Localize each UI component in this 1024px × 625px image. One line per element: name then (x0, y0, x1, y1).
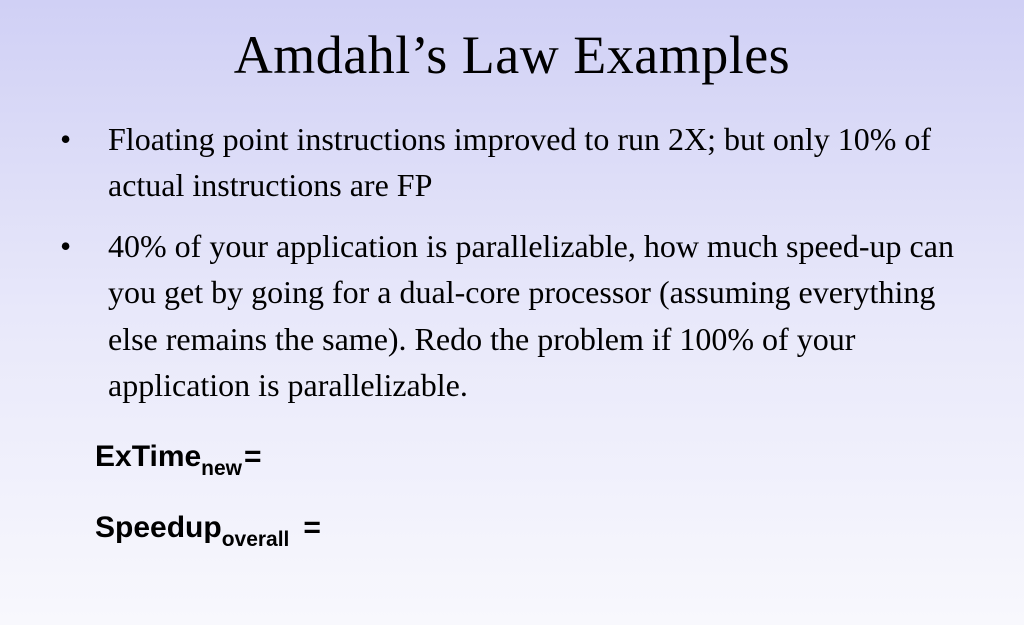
bullet-item: 40% of your application is parallelizabl… (78, 223, 984, 409)
formula-speedup: Speedupoverall = (95, 511, 1024, 550)
bullet-item: Floating point instructions improved to … (78, 116, 984, 209)
equals-sign: = (244, 440, 262, 473)
formula-block: ExTimenew= Speedupoverall= (0, 422, 1024, 550)
formula-speedup-main: Speedup (95, 511, 222, 544)
formula-speedup-subscript: overall (222, 528, 290, 551)
slide-title: Amdahl’s Law Examples (0, 0, 1024, 116)
bullet-list: Floating point instructions improved to … (0, 116, 1024, 408)
formula-extime: ExTimenew= (95, 440, 1024, 479)
formula-extime-main: ExTime (95, 440, 201, 473)
formula-extime-subscript: new (201, 457, 242, 480)
equals-sign: = (303, 511, 321, 544)
